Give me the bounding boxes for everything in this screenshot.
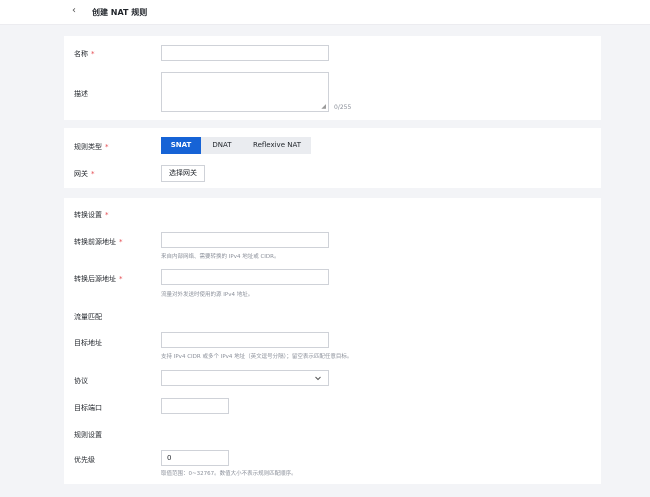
- page-header: ‹ 创建 NAT 规则: [0, 0, 650, 25]
- pre-source-address-label: 转换前源地址 *: [74, 238, 123, 246]
- required-mark: *: [105, 143, 109, 151]
- protocol-label: 协议: [74, 377, 88, 385]
- rule-type-reflexive-nat-button[interactable]: Reflexive NAT: [243, 137, 311, 154]
- chevron-down-icon: [315, 376, 321, 381]
- required-mark: *: [91, 50, 95, 58]
- required-mark: *: [119, 275, 123, 283]
- rule-settings-section-label: 规则设置: [74, 431, 102, 439]
- page-title: 创建 NAT 规则: [92, 8, 148, 17]
- description-textarea[interactable]: ◢: [161, 72, 329, 112]
- post-source-address-label: 转换后源地址 *: [74, 275, 123, 283]
- required-mark: *: [105, 211, 109, 219]
- destination-address-label: 目标地址: [74, 339, 102, 347]
- resize-handle-icon[interactable]: ◢: [321, 104, 326, 110]
- conversion-card: 转换设置 * 转换前源地址 * 来自内部网络、需要转换的 IPv4 地址或 CIDR…: [64, 198, 601, 484]
- description-counter: 0/255: [334, 104, 352, 111]
- gateway-label: 网关 *: [74, 170, 95, 178]
- post-source-address-input[interactable]: [161, 269, 329, 285]
- required-mark: *: [91, 170, 95, 178]
- destination-port-label: 目标端口: [74, 404, 102, 412]
- destination-address-input[interactable]: [161, 332, 329, 348]
- name-label: 名称 *: [74, 50, 95, 58]
- rule-type-label: 规则类型 *: [74, 143, 109, 151]
- rule-type-dnat-button[interactable]: DNAT: [201, 137, 243, 154]
- priority-input[interactable]: 0: [161, 450, 229, 466]
- pre-source-address-hint: 来自内部网络、需要转换的 IPv4 地址或 CIDR。: [161, 254, 280, 260]
- traffic-match-section-label: 流量匹配: [74, 313, 102, 321]
- protocol-select[interactable]: [161, 370, 329, 386]
- basic-info-card: 名称 * 描述 ◢ 0/255: [64, 36, 601, 120]
- rule-type-card: 规则类型 * SNAT DNAT Reflexive NAT 网关 * 选择网关: [64, 128, 601, 188]
- destination-address-hint: 支持 IPv4 CIDR 或多个 IPv4 地址（英文逗号分隔）；留空表示匹配任…: [161, 354, 353, 360]
- destination-port-input[interactable]: [161, 398, 229, 414]
- priority-label: 优先级: [74, 456, 95, 464]
- pre-source-address-input[interactable]: [161, 232, 329, 248]
- chevron-left-icon[interactable]: ‹: [72, 5, 76, 16]
- name-input[interactable]: [161, 45, 329, 61]
- required-mark: *: [119, 238, 123, 246]
- post-source-address-hint: 流量对外发送时使用的源 IPv4 地址。: [161, 292, 254, 298]
- priority-hint: 取值范围：0~32767。数值大小不表示规则匹配顺序。: [161, 471, 297, 477]
- conversion-section-label: 转换设置 *: [74, 211, 109, 219]
- rule-type-snat-button[interactable]: SNAT: [161, 137, 201, 154]
- description-label: 描述: [74, 90, 88, 98]
- select-gateway-button[interactable]: 选择网关: [161, 165, 205, 182]
